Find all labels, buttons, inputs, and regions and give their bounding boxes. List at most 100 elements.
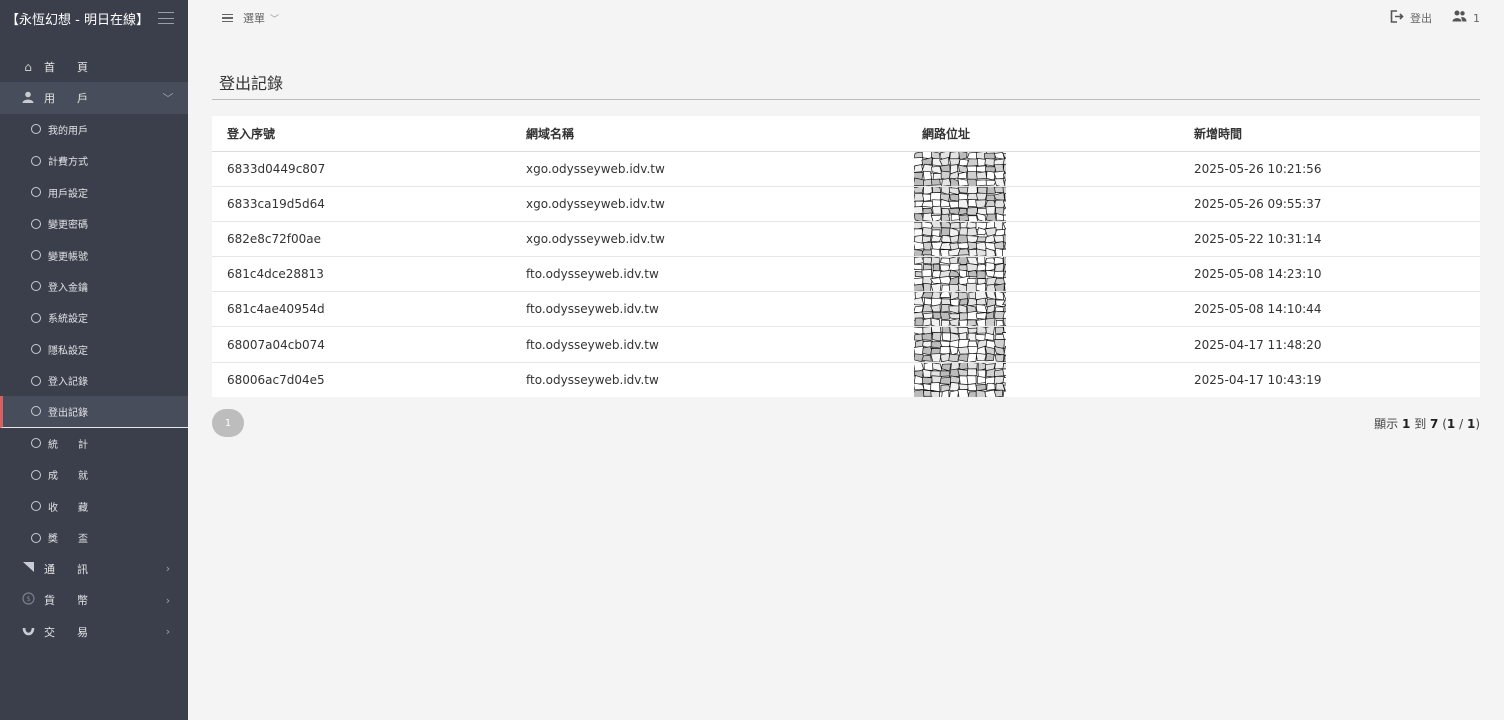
column-header-domain[interactable]: 網域名稱: [511, 116, 907, 152]
cell-login-id: 6833d0449c807: [212, 151, 511, 187]
sidebar-subitem-label: 成 就: [48, 471, 88, 483]
circle-icon: [31, 469, 41, 480]
table-row: 68006ac7d04e5 fto.odysseyweb.idv.tw 2025…: [212, 362, 1480, 398]
sidebar-subitem-my-users[interactable]: 我的用戶: [0, 114, 188, 145]
circle-icon: [31, 187, 41, 198]
circle-icon: [31, 532, 41, 543]
sidebar-subitem-login-records[interactable]: 登入記錄: [0, 365, 188, 396]
cell-login-id: 682e8c72f00ae: [212, 221, 511, 258]
cell-created-time: 2025-05-26 09:55:37: [1179, 186, 1480, 222]
sidebar-subitem-achievements[interactable]: 成 就: [0, 459, 188, 490]
sidebar-subitem-system-settings[interactable]: 系統設定: [0, 302, 188, 333]
cell-created-time: 2025-05-08 14:10:44: [1179, 291, 1480, 328]
magnet-icon: [18, 624, 38, 640]
megaphone-icon: [18, 561, 38, 576]
summary-slash: /: [1455, 416, 1467, 431]
cell-ip-address-redacted: [907, 186, 1179, 222]
circle-icon: [31, 155, 41, 166]
sidebar-subitem-label: 統 計: [48, 439, 88, 451]
redaction-mosaic: [914, 221, 1006, 257]
sidebar-subitem-billing[interactable]: 計費方式: [0, 145, 188, 176]
sidebar-subitem-trophies[interactable]: 獎 盃: [0, 522, 188, 553]
sidebar-subitem-user-settings[interactable]: 用戶設定: [0, 177, 188, 208]
logout-button[interactable]: 登出: [1390, 9, 1432, 27]
sidebar-subitem-privacy-settings[interactable]: 隱私設定: [0, 334, 188, 365]
sidebar-subitem-label: 變更密碼: [48, 220, 88, 232]
menu-dropdown[interactable]: 選單 ﹀: [222, 10, 279, 26]
sidebar-item-home[interactable]: ⌂ 首 頁: [0, 51, 188, 82]
sidebar-subitem-label: 獎 盃: [48, 534, 88, 546]
sidebar-subitem-label: 用戶設定: [48, 188, 88, 200]
sidebar-subitem-favorites[interactable]: 收 藏: [0, 490, 188, 521]
sidebar-subitem-change-account[interactable]: 變更帳號: [0, 239, 188, 270]
cell-login-id: 68007a04cb074: [212, 326, 511, 363]
sidebar-subitem-label: 我的用戶: [48, 125, 88, 137]
column-header-ip-address[interactable]: 網路位址: [907, 116, 1179, 152]
sidebar-toggle-icon[interactable]: [158, 12, 174, 24]
sidebar-subitem-label: 登出記錄: [48, 407, 88, 419]
cell-login-id: 6833ca19d5d64: [212, 186, 511, 222]
brand: 【永恆幻想 - 明日在線】: [0, 0, 188, 36]
sidebar-subitem-logout-records[interactable]: 登出記錄: [0, 396, 188, 428]
sidebar-item-label: 首 頁: [44, 60, 88, 74]
page-title: 登出記錄: [212, 70, 1480, 100]
cell-login-id: 68006ac7d04e5: [227, 372, 325, 387]
table-row: 6833d0449c807 xgo.odysseyweb.idv.tw 2025…: [212, 151, 1480, 187]
cell-created-time: 2025-04-17 11:48:20: [1179, 326, 1480, 363]
users-icon: [1452, 10, 1467, 26]
table-row: 68007a04cb074 fto.odysseyweb.idv.tw 2025…: [212, 326, 1480, 363]
sidebar-item-users[interactable]: 用 戶 ﹀: [0, 82, 188, 114]
svg-text:$: $: [26, 596, 30, 604]
chevron-right-icon: ›: [165, 562, 171, 576]
cell-domain: xgo.odysseyweb.idv.tw: [511, 186, 907, 222]
home-icon: ⌂: [24, 59, 32, 74]
summary-to-word: 到: [1414, 416, 1427, 431]
user-icon: [18, 91, 38, 106]
sidebar-subitem-label: 系統設定: [48, 314, 88, 326]
sidebar-item-label: 貨 幣: [44, 594, 88, 608]
sidebar-subitem-login-key[interactable]: 登入金鑰: [0, 271, 188, 302]
circle-icon: [31, 250, 41, 261]
online-users[interactable]: 1: [1452, 10, 1480, 26]
table-header-row: 登入序號 網域名稱 網路位址 新增時間: [212, 116, 1480, 152]
circle-icon: [31, 344, 41, 355]
circle-icon: [31, 124, 41, 135]
summary-paren-close: ): [1475, 416, 1480, 431]
redaction-mosaic: [914, 327, 1006, 362]
sidebar-item-currency[interactable]: $ 貨 幣 ›: [0, 585, 188, 616]
cell-domain: fto.odysseyweb.idv.tw: [511, 326, 907, 363]
pagination-page-button[interactable]: 1: [212, 409, 244, 438]
brand-title: 【永恆幻想 - 明日在線】: [6, 12, 149, 28]
column-header-created-time[interactable]: 新增時間: [1179, 116, 1480, 152]
table-row: 6833ca19d5d64 xgo.odysseyweb.idv.tw 2025…: [212, 186, 1480, 222]
cell-domain: xgo.odysseyweb.idv.tw: [511, 221, 907, 258]
cell-ip-address-redacted: [907, 362, 1179, 398]
cell-domain: fto.odysseyweb.idv.tw: [526, 372, 659, 387]
circle-icon: [31, 501, 41, 512]
redaction-mosaic: [914, 186, 1006, 221]
sidebar-nav: ⌂ 首 頁 用 戶 ﹀ 我的用戶 計費方式 用戶設定 變更密碼 變更帳號 登入金…: [0, 51, 188, 647]
sidebar-subitem-statistics[interactable]: 統 計: [0, 428, 188, 459]
sidebar-item-label: 用 戶: [44, 92, 88, 106]
sidebar-subitem-change-password[interactable]: 變更密碼: [0, 208, 188, 239]
logout-label: 登出: [1410, 12, 1432, 25]
cell-created-time: 2025-04-17 10:43:19: [1194, 372, 1322, 387]
chevron-down-icon: ﹀: [162, 92, 174, 106]
column-header-login-id[interactable]: 登入序號: [212, 116, 511, 152]
user-count: 1: [1473, 11, 1480, 25]
cell-ip-address-redacted: [907, 151, 1179, 187]
table-footer: 1 顯示 1 到 7 (1 / 1): [212, 409, 1480, 438]
cell-ip-address-redacted: [907, 221, 1179, 258]
sidebar-item-messages[interactable]: 通 訊 ›: [0, 553, 188, 584]
coin-icon: $: [18, 592, 38, 608]
cell-login-id: 681c4dce28813: [212, 256, 511, 293]
top-right-actions: 登出 1: [1390, 9, 1480, 27]
logout-icon: [1390, 9, 1404, 27]
table-row: 681c4ae40954d fto.odysseyweb.idv.tw 2025…: [212, 291, 1480, 328]
top-bar: 選單 ﹀ 登出 1: [188, 0, 1504, 36]
sidebar-subitem-label: 登入金鑰: [48, 282, 88, 294]
circle-icon: [31, 312, 41, 323]
cell-created-time: 2025-05-22 10:31:14: [1179, 221, 1480, 258]
table-row: 682e8c72f00ae xgo.odysseyweb.idv.tw 2025…: [212, 221, 1480, 258]
sidebar-item-trade[interactable]: 交 易 ›: [0, 616, 188, 647]
